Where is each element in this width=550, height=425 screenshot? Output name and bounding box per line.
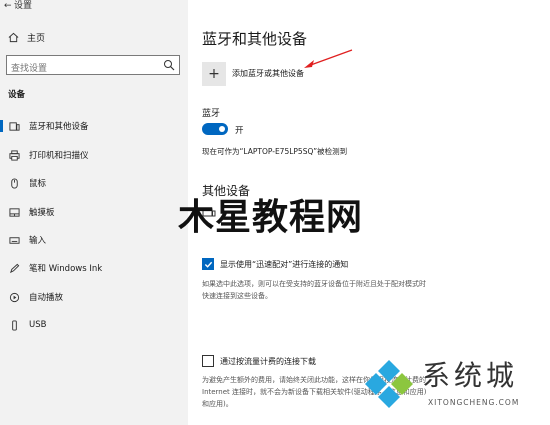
bluetooth-label: 蓝牙 [202,109,221,119]
watermark-text: 木星教程网 [178,197,364,238]
sidebar-item-printers[interactable]: 打印机和扫描仪 [0,144,188,166]
logo-diamond-icon [365,360,413,408]
autoplay-icon [8,291,20,303]
sidebar-item-label: 蓝牙和其他设备 [29,122,89,132]
sidebar-item-label: 触摸板 [29,208,55,218]
metered-checkbox[interactable] [202,355,214,367]
swift-pair-row[interactable]: 显示使用“迅速配对”进行连接的通知 [202,258,348,270]
site-logo: 系统城 XITONGCHENG.COM [360,350,550,425]
add-device-button[interactable]: + [202,62,226,86]
sidebar-item-label: USB [29,320,47,330]
sidebar-item-label: 笔和 Windows Ink [29,264,103,274]
sidebar-item-label: 输入 [29,236,47,246]
search-input[interactable] [7,60,157,78]
swift-pair-description-2: 快速连接到这些设备。 [202,292,272,300]
section-label-devices: 设备 [8,90,26,100]
bluetooth-toggle-state: 开 [235,126,244,136]
window-title: 设置 [14,1,33,11]
add-device-label[interactable]: 添加蓝牙或其他设备 [232,68,304,79]
swift-pair-label: 显示使用“迅速配对”进行连接的通知 [220,259,349,269]
usb-icon [8,319,20,331]
sidebar-item-usb[interactable]: USB [0,314,188,336]
metered-row[interactable]: 通过按流量计费的连接下载 [202,355,316,367]
mouse-icon [8,177,20,189]
sidebar-item-bluetooth[interactable]: 蓝牙和其他设备 [0,115,188,137]
logo-text: 系统城 [422,359,519,392]
sidebar: ← 设置 主页 设备 蓝牙和其他设备 打印机和扫描仪 鼠标 [0,0,188,425]
checkmark-icon [204,261,212,268]
sidebar-item-touchpad[interactable]: 触摸板 [0,201,188,223]
swift-pair-checkbox[interactable] [202,258,214,270]
home-label: 主页 [27,33,46,44]
bluetooth-toggle[interactable] [202,123,228,135]
sidebar-item-label: 鼠标 [29,179,47,189]
keyboard-icon [8,234,20,246]
sidebar-item-pen[interactable]: 笔和 Windows Ink [0,257,188,279]
search-icon[interactable] [163,59,175,71]
discoverable-text: 现在可作为“LAPTOP-E75LP5SQ”被检测到 [202,147,348,156]
sidebar-home[interactable]: 主页 [8,30,45,44]
home-icon [8,32,19,42]
pen-icon [8,262,20,274]
back-arrow-icon[interactable]: ← [4,0,12,12]
sidebar-item-label: 自动播放 [29,293,64,303]
touchpad-icon [8,206,20,218]
sidebar-item-mouse[interactable]: 鼠标 [0,172,188,194]
sidebar-item-typing[interactable]: 输入 [0,229,188,251]
logo-subtext: XITONGCHENG.COM [428,398,520,407]
metered-label: 通过按流量计费的连接下载 [220,356,316,366]
search-box[interactable] [6,55,180,78]
annotation-arrow-icon [304,49,353,68]
bluetooth-devices-icon [8,120,20,132]
printer-icon [8,149,20,161]
sidebar-item-autoplay[interactable]: 自动播放 [0,286,188,308]
sidebar-item-label: 打印机和扫描仪 [29,151,89,161]
swift-pair-description-1: 如果选中此选项，则可以在受支持的蓝牙设备位于附近且处于配对模式时 [202,280,426,288]
page-title: 蓝牙和其他设备 [202,30,308,48]
plus-icon: + [208,66,220,82]
